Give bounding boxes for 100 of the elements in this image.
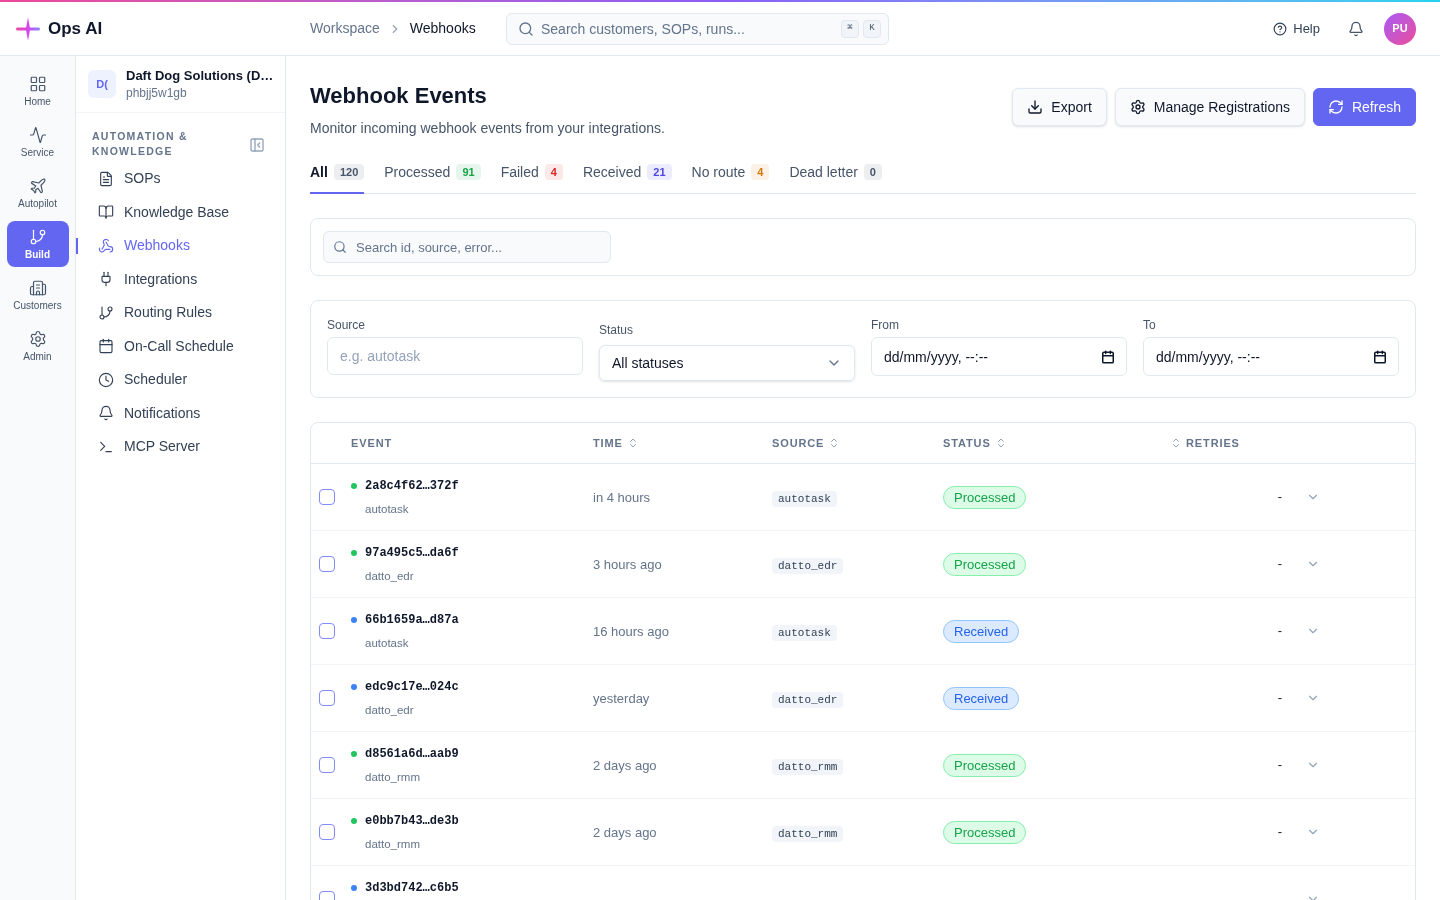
event-origin: autotask <box>364 501 410 517</box>
column-header[interactable]: STATUS <box>943 434 991 452</box>
pulse-icon <box>28 125 47 144</box>
retries-count: - <box>1277 555 1282 574</box>
user-avatar[interactable]: PU <box>1384 12 1416 45</box>
rail-nav-item[interactable]: Autopilot <box>6 170 69 216</box>
plug-icon <box>98 271 114 288</box>
column-header[interactable]: TIME <box>593 434 623 452</box>
sidebar-nav-item[interactable]: Routing Rules <box>92 296 269 330</box>
event-id[interactable]: 97a495c5…da6f <box>365 544 459 561</box>
row-checkbox[interactable] <box>319 489 335 505</box>
settings-icon <box>28 329 47 348</box>
workspace-name[interactable]: Daft Dog Solutions (D… <box>126 67 274 85</box>
event-time: 2 days ago <box>593 758 657 773</box>
field-label: From <box>871 317 900 333</box>
row-checkbox[interactable] <box>319 623 335 639</box>
rail-nav-item[interactable]: Build <box>6 221 69 267</box>
event-time: yesterday <box>593 691 650 706</box>
column-header[interactable]: SOURCE <box>772 434 825 452</box>
rail-nav-item[interactable]: Service <box>6 119 69 165</box>
source-tag: autotask <box>772 625 837 641</box>
grid-icon <box>28 74 47 93</box>
event-id[interactable]: e0bb7b43…de3b <box>365 812 459 829</box>
branch-icon <box>98 304 114 321</box>
filter-tab[interactable]: Dead letter 0 <box>789 162 882 194</box>
collapse-sidebar-icon[interactable] <box>249 137 265 153</box>
filter-tab[interactable]: Failed 4 <box>500 162 563 194</box>
rail-nav-item[interactable]: Customers <box>6 272 69 318</box>
webhook-icon <box>98 237 114 254</box>
event-origin: autotask <box>364 635 410 651</box>
status-pill: Processed <box>943 753 1027 778</box>
breadcrumb-link[interactable]: Workspace <box>310 18 380 39</box>
tab-count: 4 <box>544 164 563 180</box>
clock-icon <box>98 371 114 388</box>
notification-bell-icon[interactable] <box>1348 20 1364 37</box>
retries-count: - <box>1277 689 1282 708</box>
status-select[interactable]: All statuses <box>599 345 855 381</box>
source-tag: datto_rmm <box>772 759 844 775</box>
event-time: 16 hours ago <box>593 624 669 639</box>
event-time: in 4 hours <box>593 490 651 505</box>
event-time: 2 days ago <box>593 825 657 840</box>
event-origin: datto_edr <box>364 702 415 718</box>
sidebar-nav-item[interactable]: Scheduler <box>92 363 269 397</box>
status-pill: Received <box>943 686 1020 711</box>
retries-count: - <box>1277 756 1282 775</box>
calendar-icon[interactable] <box>1101 349 1115 364</box>
source-input[interactable]: e.g. autotask <box>327 337 583 375</box>
page-subtitle: Monitor incoming webhook events from your integrations. <box>310 119 665 138</box>
sidebar-nav-item[interactable]: Integrations <box>92 262 269 296</box>
status-pill: Processed <box>943 552 1027 577</box>
row-checkbox[interactable] <box>319 690 335 706</box>
sidebar-nav-item[interactable]: Notifications <box>92 396 269 430</box>
calendar-icon[interactable] <box>1373 349 1387 364</box>
status-pill: Processed <box>943 820 1027 845</box>
row-checkbox[interactable] <box>319 824 335 840</box>
rail-nav-item[interactable]: Admin <box>6 323 69 369</box>
datetime-input[interactable]: dd/mm/yyyy, --:-- <box>1143 337 1399 376</box>
event-id[interactable]: 66b1659a…d87a <box>365 611 459 628</box>
row-checkbox[interactable] <box>319 556 335 572</box>
sidebar-nav-item[interactable]: On-Call Schedule <box>92 329 269 363</box>
app-name: Ops AI <box>48 17 103 40</box>
sidebar-nav-item[interactable]: Knowledge Base <box>92 195 269 229</box>
status-pill: Processed <box>943 485 1027 510</box>
refresh-icon <box>1327 99 1344 115</box>
retries-count: - <box>1277 488 1282 507</box>
filter-tab[interactable]: Received 21 <box>582 162 672 194</box>
event-origin: datto_rmm <box>364 769 421 785</box>
column-header: EVENT <box>351 435 393 451</box>
rail-nav-item[interactable]: Home <box>6 68 69 114</box>
tab-count: 91 <box>456 164 481 180</box>
source-tag: datto_edr <box>772 692 844 708</box>
action-button[interactable]: Refresh <box>1312 88 1416 126</box>
event-id[interactable]: 2a8c4f62…372f <box>365 477 459 494</box>
event-time: 3 hours ago <box>593 557 662 572</box>
event-search-input[interactable]: Search id, source, error... <box>323 231 611 263</box>
sidebar-nav-item[interactable]: Webhooks <box>92 229 269 263</box>
sidebar-nav-item[interactable]: MCP Server <box>92 430 269 464</box>
filter-tab[interactable]: All 120 <box>310 162 365 194</box>
breadcrumb-link[interactable]: Webhooks <box>409 18 476 39</box>
event-id[interactable]: edc9c17e…024c <box>365 678 459 695</box>
settings-icon <box>1129 99 1146 115</box>
source-tag: autotask <box>772 491 837 507</box>
event-id[interactable]: d8561a6d…aab9 <box>365 745 459 762</box>
search-icon <box>333 240 347 254</box>
action-button[interactable]: Manage Registrations <box>1114 88 1305 126</box>
field-label: Status <box>599 322 635 338</box>
sidebar-nav-item[interactable]: SOPs <box>92 162 269 196</box>
row-checkbox[interactable] <box>319 757 335 773</box>
calendar-icon <box>98 338 114 355</box>
help-button[interactable]: Help <box>1265 12 1328 45</box>
source-tag: datto_edr <box>772 558 844 574</box>
sort-icon[interactable] <box>1170 437 1182 449</box>
event-id[interactable]: 3d3bd742…c6b5 <box>365 879 459 896</box>
action-button[interactable]: Export <box>1012 88 1107 126</box>
filter-tab[interactable]: Processed 91 <box>384 162 481 194</box>
datetime-input[interactable]: dd/mm/yyyy, --:-- <box>871 337 1127 376</box>
column-header[interactable]: RETRIES <box>1186 434 1240 452</box>
filter-tab[interactable]: No route 4 <box>691 162 770 194</box>
building-icon <box>28 278 47 297</box>
tab-count: 0 <box>863 164 882 180</box>
